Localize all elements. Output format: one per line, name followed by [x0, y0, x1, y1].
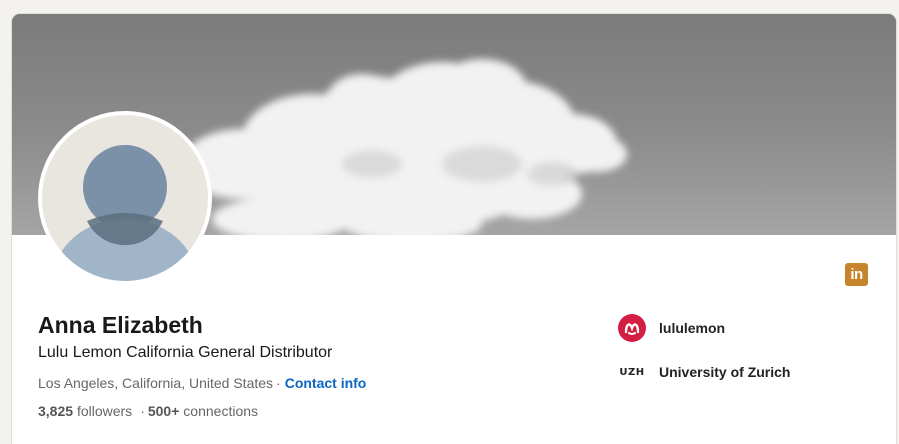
followers-label: followers: [76, 403, 133, 419]
location-separator: ·: [276, 375, 281, 391]
profile-card: in Anna Elizabeth Lulu Lemon California …: [12, 14, 896, 444]
avatar[interactable]: [42, 115, 208, 281]
profile-location-line: Los Angeles, California, United States · C…: [38, 375, 366, 391]
uzh-logo-icon: UZH: [619, 366, 645, 378]
org-name-lululemon: lululemon: [659, 320, 726, 336]
connections-label: connections: [183, 403, 259, 419]
profile-headline: Lulu Lemon California General Distributo…: [38, 344, 333, 361]
followers-count: 3,825: [38, 403, 74, 419]
profile-stats: 3,825 followers · 500+ connections: [38, 403, 258, 419]
linkedin-icon[interactable]: in: [845, 263, 868, 286]
connections-separator: ·: [140, 403, 145, 419]
org-name-university-of-zurich: University of Zurich: [659, 364, 791, 380]
lululemon-logo-icon: [618, 314, 646, 342]
connections-link[interactable]: 500+ connections: [148, 403, 258, 419]
followers-link[interactable]: 3,825 followers: [38, 403, 132, 419]
profile-location: Los Angeles, California, United States: [38, 375, 274, 391]
default-user-avatar-icon: [53, 145, 197, 281]
profile-name: Anna Elizabeth: [38, 312, 203, 338]
connections-count: 500+: [147, 403, 180, 419]
avatar-frame[interactable]: [38, 111, 212, 285]
org-item-university-of-zurich[interactable]: UZH University of Zurich: [618, 358, 790, 386]
contact-info-link[interactable]: Contact info: [285, 375, 367, 391]
org-item-lululemon[interactable]: lululemon: [618, 314, 725, 342]
